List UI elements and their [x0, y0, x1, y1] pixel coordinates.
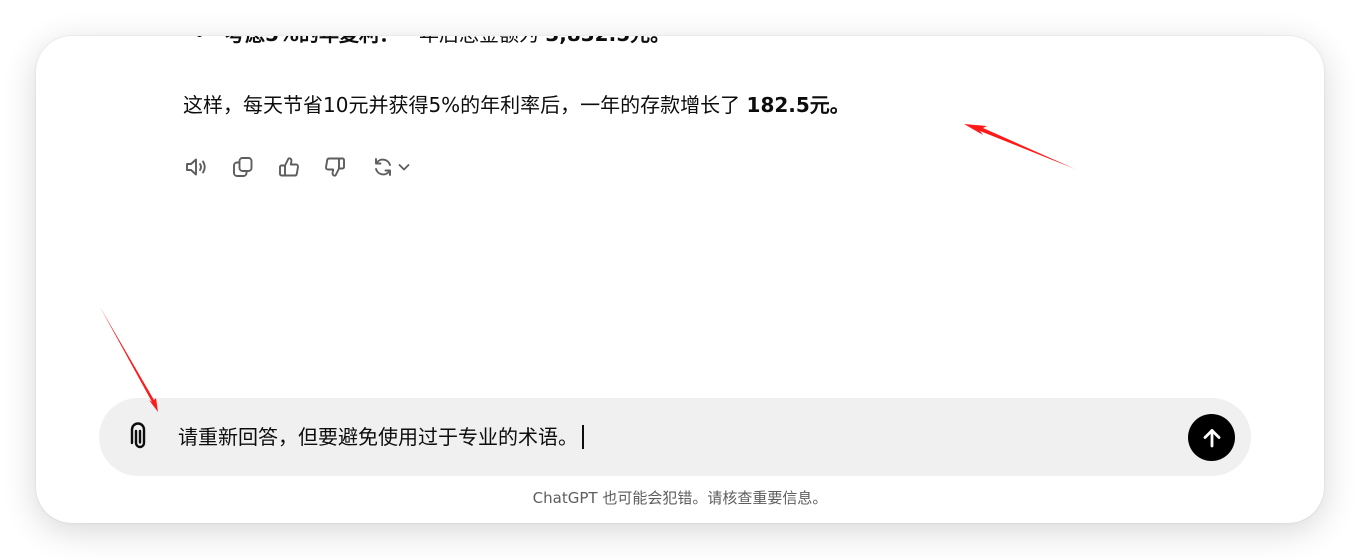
answer-bullet-line: 考虑5%的年复利：一年后总金额为 3,832.5元。 — [196, 36, 670, 48]
attach-button[interactable] — [125, 422, 155, 452]
refresh-icon — [375, 158, 391, 176]
answer-summary: 这样，每天节省10元并获得5%的年利率后，一年的存款增长了 182.5元。 — [183, 91, 850, 119]
summary-text: 这样，每天节省10元并获得5%的年利率后，一年的存款增长了 — [183, 93, 747, 117]
chat-window: 考虑5%的年复利：一年后总金额为 3,832.5元。 这样，每天节省10元并获得… — [36, 36, 1324, 523]
message-input-value: 请重新回答，但要避免使用过于专业的术语。 — [178, 425, 578, 449]
thumbs-up-icon — [279, 157, 299, 177]
bullet-text: 一年后总金额为 — [399, 36, 545, 46]
copy-icon — [233, 157, 253, 177]
speaker-icon — [186, 158, 206, 176]
text-caret — [582, 424, 584, 449]
bad-response-button[interactable] — [321, 153, 349, 181]
screenshot-stage: 考虑5%的年复利：一年后总金额为 3,832.5元。 这样，每天节省10元并获得… — [0, 0, 1360, 560]
message-action-bar — [183, 152, 415, 182]
thumbs-down-icon — [325, 157, 345, 177]
message-composer: 请重新回答，但要避免使用过于专业的术语。 — [99, 398, 1251, 476]
paperclip-icon — [130, 422, 146, 449]
bullet-dot — [196, 36, 203, 37]
summary-amount: 182.5元。 — [746, 93, 850, 117]
good-response-button[interactable] — [275, 153, 303, 181]
bullet-label: 考虑5%的年复利： — [225, 36, 399, 46]
message-input[interactable]: 请重新回答，但要避免使用过于专业的术语。 — [178, 423, 584, 451]
disclaimer-text: ChatGPT 也可能会犯错。请核查重要信息。 — [532, 489, 828, 507]
read-aloud-button[interactable] — [183, 153, 211, 181]
send-button[interactable] — [1188, 414, 1235, 461]
chevron-down-icon — [398, 164, 410, 171]
regenerate-button[interactable] — [367, 153, 415, 181]
copy-button[interactable] — [229, 153, 257, 181]
arrow-up-icon — [1203, 428, 1220, 447]
bullet-amount: 3,832.5元。 — [545, 36, 670, 46]
